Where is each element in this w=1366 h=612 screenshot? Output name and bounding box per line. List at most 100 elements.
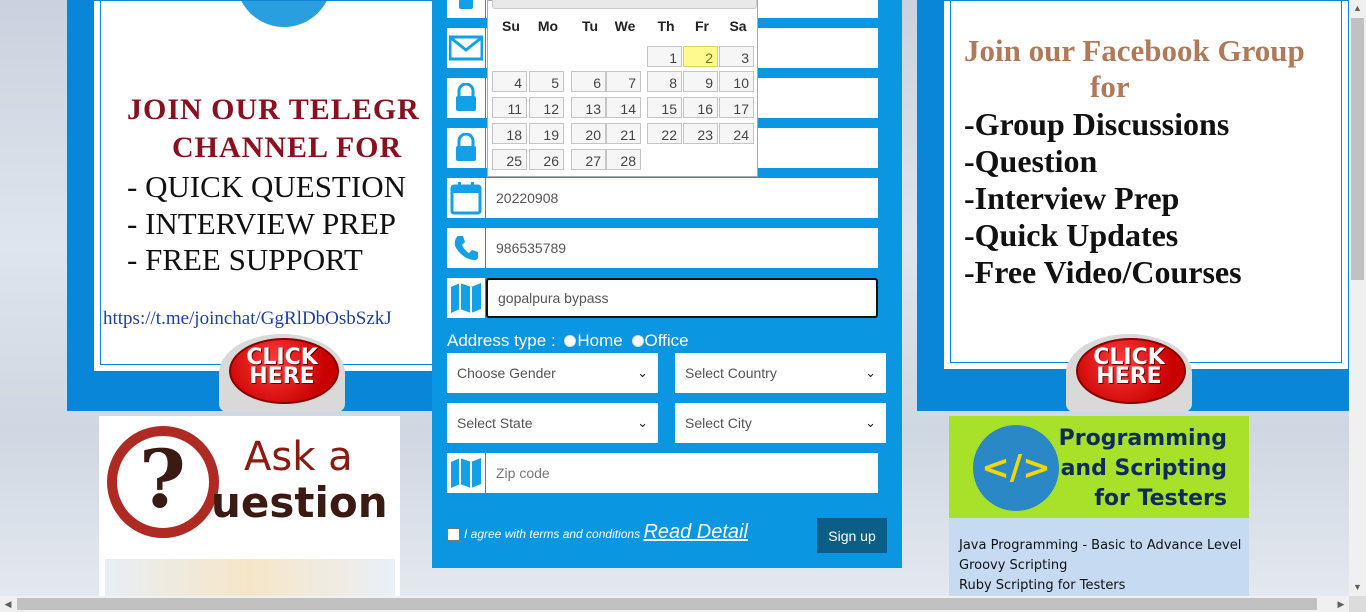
calendar-day[interactable]: 27 xyxy=(571,149,606,170)
address-type-group: Address type : Home Office xyxy=(447,331,689,351)
chevron-down-icon: ⌄ xyxy=(637,415,648,430)
phone-row xyxy=(447,228,878,268)
gender-select[interactable]: Choose Gender ⌄ xyxy=(447,353,658,393)
weekday-header: Fr xyxy=(695,18,709,34)
calendar-day[interactable]: 6 xyxy=(571,71,606,92)
scroll-right-arrow-icon[interactable]: ▶ xyxy=(1333,596,1349,612)
calendar-icon xyxy=(447,178,485,218)
phone-field[interactable] xyxy=(486,228,878,268)
calendar-day[interactable]: 1 xyxy=(647,46,682,67)
datepicker-popup: Su Mo Tu We Th Fr Sa 1 2 3 4 5 6 7 8 9 10 11 12 13 14 15 16 17 1… xyxy=(487,0,758,177)
calendar-day[interactable]: 7 xyxy=(606,71,641,92)
map-icon xyxy=(447,453,485,493)
vertical-scroll-thumb[interactable] xyxy=(1351,18,1364,280)
telegram-banner: JOIN OUR TELEGR CHANNEL FOR - QUICK QUES… xyxy=(67,0,475,412)
facebook-banner: Join our Facebook Group for -Group Discu… xyxy=(917,0,1349,412)
phone-icon xyxy=(447,228,485,268)
calendar-day[interactable]: 2 xyxy=(683,46,718,67)
calendar-day[interactable]: 24 xyxy=(719,123,754,144)
weekday-header: Su xyxy=(502,18,520,34)
envelope-icon xyxy=(447,28,485,68)
calendar-day[interactable]: 28 xyxy=(606,149,641,170)
calendar-day[interactable]: 21 xyxy=(606,123,641,144)
horizontal-scrollbar[interactable]: ◀ ▶ xyxy=(0,596,1349,612)
calendar-day[interactable]: 26 xyxy=(529,149,564,170)
calendar-day[interactable]: 19 xyxy=(529,123,564,144)
calendar-day[interactable]: 12 xyxy=(529,97,564,118)
telegram-item: - QUICK QUESTION xyxy=(127,169,406,204)
calendar-day[interactable]: 22 xyxy=(647,123,682,144)
address-field[interactable] xyxy=(486,278,878,318)
programming-banner[interactable]: </> Programming and Scripting for Tester… xyxy=(949,416,1249,612)
state-select-value: Select State xyxy=(457,415,533,431)
country-select-value: Select Country xyxy=(685,365,777,381)
state-select[interactable]: Select State ⌄ xyxy=(447,403,658,443)
scrollbar-corner xyxy=(1349,596,1366,612)
scroll-down-arrow-icon[interactable]: ▼ xyxy=(1349,579,1366,596)
course-link[interactable]: Ruby Scripting for Testers xyxy=(959,576,1241,596)
office-radio[interactable] xyxy=(631,334,644,347)
telegram-link[interactable]: https://t.me/joinchat/GgRlDbOsbSzkJ xyxy=(103,308,392,330)
date-of-birth-field[interactable] xyxy=(486,178,878,218)
calendar-day[interactable]: 5 xyxy=(529,71,564,92)
weekday-header: Th xyxy=(657,18,675,34)
city-select[interactable]: Select City ⌄ xyxy=(675,403,886,443)
programming-title: Programming and Scripting for Testers xyxy=(1058,426,1227,511)
chevron-down-icon: ⌄ xyxy=(865,365,876,380)
scroll-up-arrow-icon[interactable]: ▲ xyxy=(1349,0,1366,17)
vertical-scrollbar[interactable]: ▲ ▼ xyxy=(1349,0,1366,596)
calendar-day[interactable]: 15 xyxy=(647,97,682,118)
calendar-day[interactable]: 10 xyxy=(719,71,754,92)
facebook-item: -Question xyxy=(964,143,1098,179)
country-select[interactable]: Select Country ⌄ xyxy=(675,353,886,393)
telegram-item: - FREE SUPPORT xyxy=(127,242,363,277)
ask-banner-line1: Ask a xyxy=(244,434,353,480)
telegram-click-here-button[interactable]: CLICK HERE xyxy=(219,334,345,412)
facebook-click-here-button[interactable]: CLICK HERE xyxy=(1066,334,1192,412)
date-row xyxy=(447,178,878,218)
sign-up-button[interactable]: Sign up xyxy=(817,518,887,553)
zip-code-field[interactable] xyxy=(486,453,878,493)
user-icon xyxy=(447,0,485,18)
calendar-day[interactable]: 16 xyxy=(683,97,718,118)
home-radio[interactable] xyxy=(564,334,577,347)
chevron-down-icon: ⌄ xyxy=(637,365,648,380)
programming-banner-header: </> Programming and Scripting for Tester… xyxy=(949,416,1249,518)
city-select-value: Select City xyxy=(685,415,752,431)
calendar-day[interactable]: 9 xyxy=(683,71,718,92)
terms-agreement: I agree with terms and conditions Read D… xyxy=(447,521,748,544)
gender-select-value: Choose Gender xyxy=(457,365,556,381)
telegram-item: - INTERVIEW PREP xyxy=(127,206,397,241)
calendar-day[interactable]: 14 xyxy=(606,97,641,118)
calendar-day[interactable]: 8 xyxy=(647,71,682,92)
read-detail-link[interactable]: Read Detail xyxy=(643,521,748,543)
address-row xyxy=(447,278,878,318)
calendar-day[interactable]: 3 xyxy=(719,46,754,67)
calendar-day[interactable]: 13 xyxy=(571,97,606,118)
zip-row xyxy=(447,453,878,493)
terms-checkbox[interactable] xyxy=(447,528,460,542)
calendar-day[interactable]: 20 xyxy=(571,123,606,144)
address-type-label: Address type : xyxy=(447,331,556,350)
telegram-card: JOIN OUR TELEGR CHANNEL FOR - QUICK QUES… xyxy=(93,0,475,372)
weekday-header: Mo xyxy=(537,18,559,34)
course-link[interactable]: Java Programming - Basic to Advance Leve… xyxy=(959,536,1241,556)
calendar-day[interactable]: 23 xyxy=(683,123,718,144)
click-here-label: CLICK HERE xyxy=(246,345,318,389)
facebook-item: -Group Discussions xyxy=(964,106,1230,142)
facebook-card: Join our Facebook Group for -Group Discu… xyxy=(943,0,1349,370)
ask-question-banner[interactable]: ? Ask a uestion xyxy=(99,416,400,612)
calendar-day[interactable]: 25 xyxy=(492,149,527,170)
horizontal-scroll-thumb[interactable] xyxy=(17,598,1317,610)
facebook-item: -Free Video/Courses xyxy=(964,254,1242,290)
chevron-down-icon: ⌄ xyxy=(865,415,876,430)
telegram-heading: JOIN OUR TELEGR xyxy=(127,93,420,126)
calendar-day[interactable]: 18 xyxy=(492,123,527,144)
calendar-day[interactable]: 11 xyxy=(492,97,527,118)
lock-icon xyxy=(447,128,485,168)
calendar-day[interactable]: 4 xyxy=(492,71,527,92)
lock-icon xyxy=(447,78,485,118)
scroll-left-arrow-icon[interactable]: ◀ xyxy=(0,596,16,612)
course-link[interactable]: Groovy Scripting xyxy=(959,556,1241,576)
calendar-day[interactable]: 17 xyxy=(719,97,754,118)
